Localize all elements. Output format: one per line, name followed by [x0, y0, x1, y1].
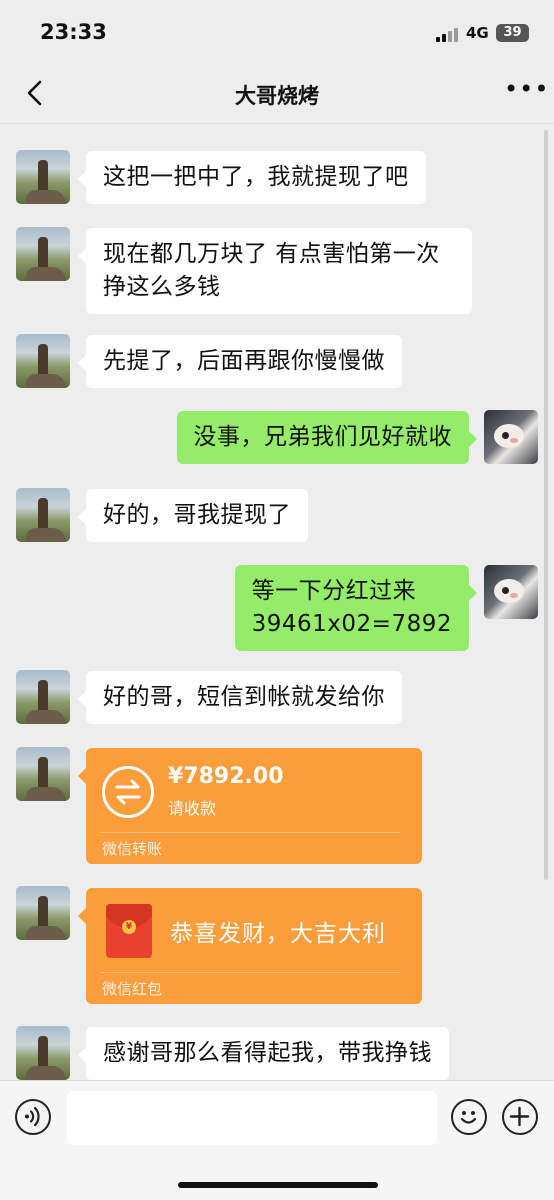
voice-button[interactable] [15, 1099, 51, 1135]
contact-avatar[interactable] [16, 334, 70, 388]
scrollbar[interactable] [544, 130, 548, 880]
transfer-icon [102, 766, 154, 818]
red-packet-card[interactable]: ¥ 恭喜发财，大吉大利 微信红包 [78, 888, 422, 1004]
chat-title: 大哥烧烤 [235, 84, 319, 108]
my-avatar[interactable] [484, 410, 538, 464]
red-packet-icon: ¥ [106, 904, 152, 958]
red-packet-seal: ¥ [122, 920, 136, 934]
voice-icon [25, 1106, 40, 1127]
home-indicator[interactable] [178, 1182, 378, 1188]
transfer-footer: 微信转账 [102, 840, 163, 858]
received-message[interactable]: 好的哥，短信到帐就发给你 [78, 671, 402, 724]
emoji-button[interactable] [451, 1099, 487, 1135]
contact-avatar[interactable] [16, 747, 70, 801]
network-type: 4G [466, 24, 489, 42]
signal-icon [436, 26, 464, 42]
status-time: 23:33 [40, 20, 107, 44]
contact-avatar[interactable] [16, 227, 70, 281]
card-divider [100, 832, 400, 833]
my-avatar[interactable] [484, 565, 538, 619]
transfer-status: 请收款 [168, 799, 217, 818]
transfer-amount: ¥7892.00 [168, 764, 284, 789]
chat-header: 大哥烧烤 ••• [0, 62, 554, 124]
transfer-card[interactable]: ¥7892.00 请收款 微信转账 [78, 748, 422, 864]
message-list[interactable]: 这把一把中了，我就提现了吧 现在都几万块了 有点害怕第一次挣这么多钱 先提了，后… [0, 124, 554, 1080]
message-input[interactable] [67, 1091, 437, 1145]
received-message[interactable]: 好的，哥我提现了 [78, 489, 308, 542]
contact-avatar[interactable] [16, 1026, 70, 1080]
more-button[interactable]: ••• [504, 77, 548, 106]
received-message[interactable]: 现在都几万块了 有点害怕第一次挣这么多钱 [78, 228, 472, 314]
contact-avatar[interactable] [16, 886, 70, 940]
sent-message[interactable]: 没事，兄弟我们见好就收 [176, 411, 477, 464]
contact-avatar[interactable] [16, 150, 70, 204]
more-functions-button[interactable] [502, 1099, 538, 1135]
red-packet-greeting: 恭喜发财，大吉大利 [170, 921, 386, 947]
status-bar: 23:33 4G 39 [0, 0, 554, 62]
card-divider [100, 972, 400, 973]
sent-message[interactable]: 等一下分红过来 39461x02=7892 [234, 565, 478, 651]
smiley-icon [460, 1111, 477, 1124]
received-message[interactable]: 这把一把中了，我就提现了吧 [78, 151, 426, 204]
plus-icon [509, 1106, 530, 1127]
red-packet-footer: 微信红包 [102, 980, 163, 998]
received-message[interactable]: 感谢哥那么看得起我，带我挣钱 [78, 1027, 449, 1080]
received-message[interactable]: 先提了，后面再跟你慢慢做 [78, 335, 402, 388]
battery-icon: 39 [496, 24, 529, 42]
contact-avatar[interactable] [16, 488, 70, 542]
contact-avatar[interactable] [16, 670, 70, 724]
